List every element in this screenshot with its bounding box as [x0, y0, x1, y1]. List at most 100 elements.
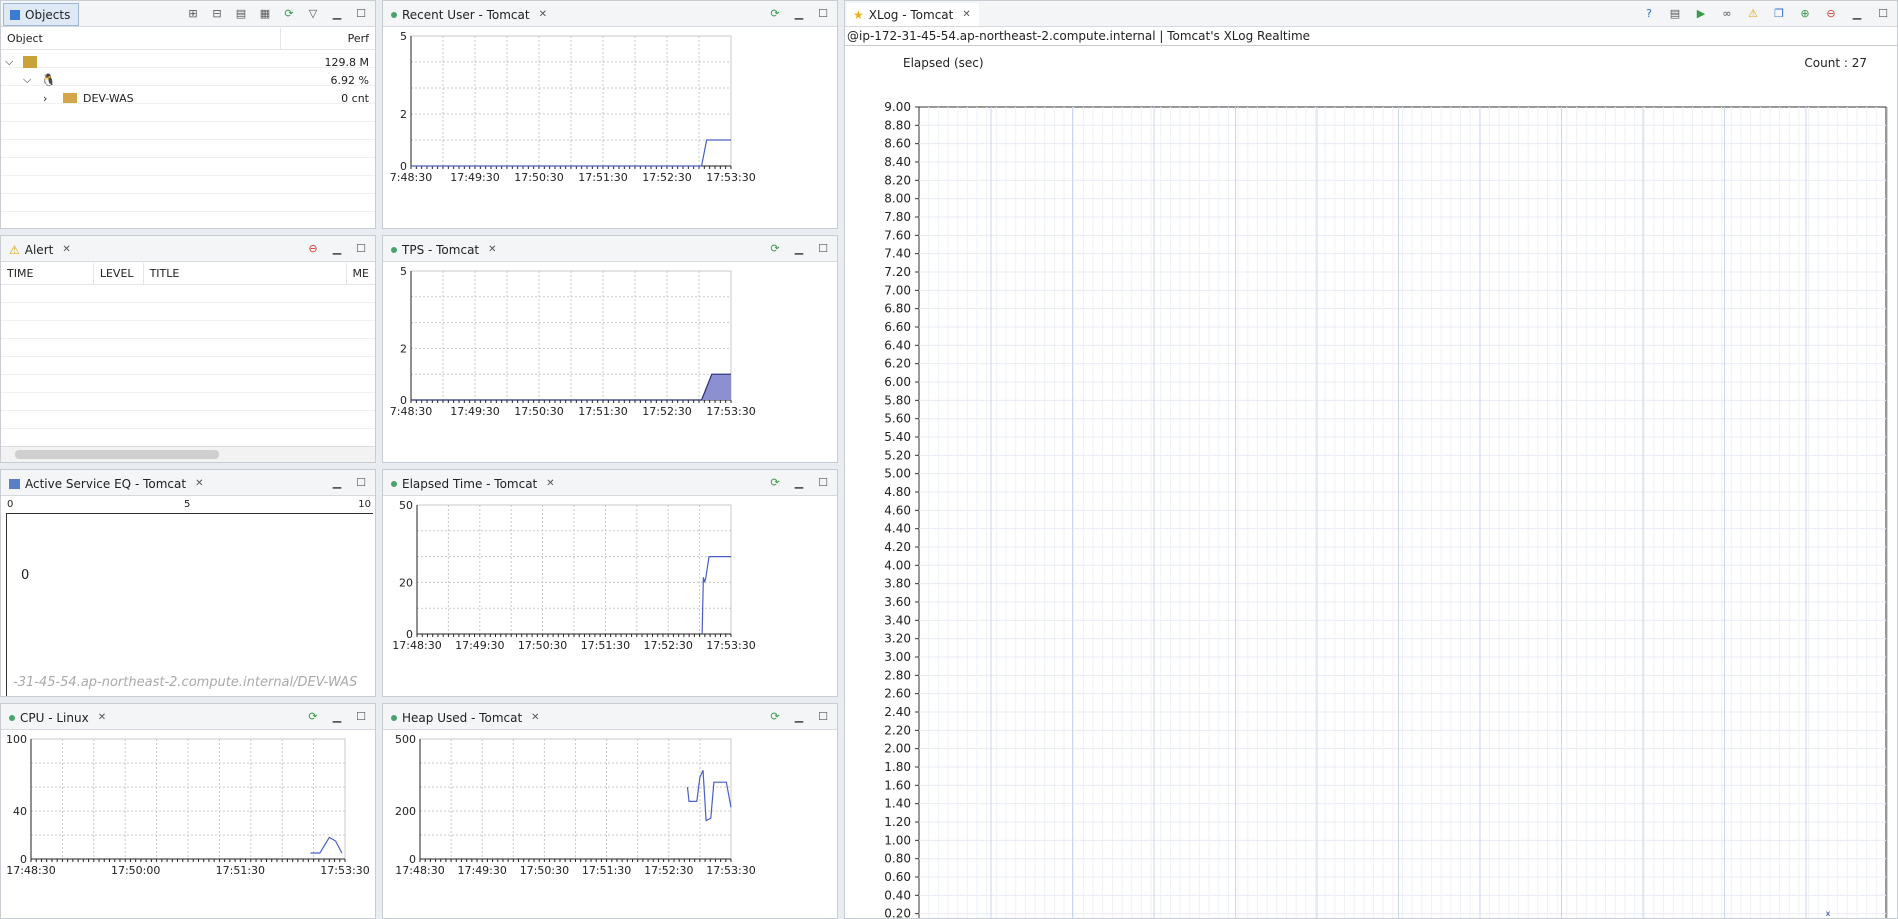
- chart-x-tick-label: 17:49:30: [455, 639, 504, 652]
- xlog-y-tick-label: 6.40: [884, 338, 911, 352]
- close-icon[interactable]: ✕: [539, 9, 547, 20]
- maximize-icon[interactable]: ☐: [353, 474, 369, 490]
- close-icon[interactable]: ✕: [488, 244, 496, 255]
- chart-plot: 0257:48:30 17:49:30 17:50:30 17:51:30 17:52:…: [390, 30, 756, 184]
- chart-x-tick-label: 17:51:30: [582, 864, 631, 877]
- xlog-y-tick-label: 7.40: [884, 247, 911, 261]
- chart-series-line: [686, 769, 732, 822]
- monitor-icon[interactable]: ▤: [233, 5, 249, 21]
- minimize-icon[interactable]: ▁: [791, 708, 807, 724]
- heap-used-chart: 020050017:48:30 17:49:30 17:50:30 17:51:30 1…: [395, 733, 756, 877]
- maximize-icon[interactable]: ☐: [815, 474, 831, 490]
- chart-x-tick-label: 17:53:30: [706, 864, 755, 877]
- xlog-y-tick-label: 5.80: [884, 393, 911, 407]
- tab-objects[interactable]: Objects: [3, 3, 80, 26]
- collapse-all-icon[interactable]: ⊟: [209, 5, 225, 21]
- minimize-icon[interactable]: ▁: [329, 5, 345, 21]
- chart-x-tick-label: 17:48:30: [6, 864, 55, 877]
- col-time[interactable]: TIME: [1, 263, 94, 285]
- copy-icon[interactable]: ❐: [1771, 5, 1787, 21]
- close-icon[interactable]: ✕: [546, 478, 554, 489]
- table-row[interactable]: › DEV-WAS 0 cnt: [1, 89, 375, 107]
- warning-icon[interactable]: ⚠: [1745, 5, 1761, 21]
- table-row[interactable]: ⌵ 🐧 6.92 %: [1, 71, 375, 89]
- refresh-icon[interactable]: ⟳: [281, 5, 297, 21]
- scrollbar-thumb[interactable]: [15, 450, 219, 459]
- horizontal-scrollbar[interactable]: [1, 446, 375, 462]
- cpu-chart: 04010017:48:30 17:50:00 17:51:30 17:53:30: [6, 733, 370, 877]
- xlog-y-tick-label: 1.80: [884, 760, 911, 774]
- cpu-view: CPU - Linux ✕ ⟳ ▁ ☐ 0 40 100 17:48:30 17:50:…: [0, 703, 376, 919]
- help-icon[interactable]: ?: [1641, 5, 1657, 21]
- chart-y-tick-label: 200: [395, 805, 416, 818]
- tab-xlog[interactable]: ★ XLog - Tomcat ✕: [847, 3, 979, 26]
- close-icon[interactable]: ✕: [531, 712, 539, 723]
- refresh-icon[interactable]: ⟳: [767, 708, 783, 724]
- minimize-icon[interactable]: ▁: [329, 474, 345, 490]
- xlog-y-tick-label: 4.20: [884, 540, 911, 554]
- close-icon[interactable]: ✕: [962, 9, 970, 20]
- refresh-icon[interactable]: ⟳: [305, 708, 321, 724]
- table-row[interactable]: ⌵ 129.8 M: [1, 53, 375, 71]
- alert-table-header: TIME LEVEL TITLE ME: [1, 263, 375, 285]
- chart-plot: 0257:48:30 17:49:30 17:50:30 17:51:30 17:52:…: [390, 265, 756, 418]
- xlog-y-tick-label: 4.00: [884, 558, 911, 572]
- objects-table-header: Object Perf: [1, 28, 375, 50]
- chart-x-tick-label: 17:51:30: [216, 864, 265, 877]
- expand-toggle-icon[interactable]: ⌵: [5, 55, 19, 69]
- col-perf[interactable]: Perf: [281, 28, 375, 50]
- tab-elapsed-time[interactable]: Elapsed Time - Tomcat ✕: [385, 472, 563, 495]
- tab-heap-used[interactable]: Heap Used - Tomcat ✕: [385, 706, 548, 729]
- maximize-icon[interactable]: ☐: [815, 240, 831, 256]
- col-title[interactable]: TITLE: [144, 263, 347, 285]
- maximize-icon[interactable]: ☐: [353, 708, 369, 724]
- chart-y-tick-label: 500: [395, 733, 416, 746]
- refresh-icon[interactable]: ⟳: [767, 474, 783, 490]
- expand-toggle-icon[interactable]: ›: [43, 92, 57, 105]
- minimize-icon[interactable]: ▁: [329, 708, 345, 724]
- minimize-icon[interactable]: ▁: [791, 5, 807, 21]
- tab-alert[interactable]: ⚠ Alert ✕: [3, 238, 79, 261]
- load-icon[interactable]: ▶: [1693, 5, 1709, 21]
- minimize-icon[interactable]: ▁: [791, 240, 807, 256]
- chart-x-tick-label: 17:53:30: [320, 864, 369, 877]
- col-object[interactable]: Object: [1, 28, 281, 50]
- refresh-icon[interactable]: ⟳: [767, 240, 783, 256]
- zoom-out-icon[interactable]: ⊖: [1823, 5, 1839, 21]
- tab-cpu[interactable]: CPU - Linux ✕: [3, 706, 114, 729]
- heap-used-view: Heap Used - Tomcat ✕ ⟳ ▁ ☐ 0 200 500 17:48:…: [382, 703, 838, 919]
- refresh-icon[interactable]: ⟳: [767, 5, 783, 21]
- link-icon[interactable]: ∞: [1719, 5, 1735, 21]
- maximize-icon[interactable]: ☐: [815, 5, 831, 21]
- minimize-icon[interactable]: ▁: [1849, 5, 1865, 21]
- maximize-icon[interactable]: ☐: [353, 5, 369, 21]
- filter-icon[interactable]: ▦: [257, 5, 273, 21]
- close-icon[interactable]: ✕: [62, 244, 70, 255]
- col-message[interactable]: ME: [347, 263, 375, 285]
- xlog-y-tick-label: 8.00: [884, 192, 911, 206]
- minimize-icon[interactable]: ▁: [329, 240, 345, 256]
- clear-icon[interactable]: ⊖: [305, 240, 321, 256]
- col-level[interactable]: LEVEL: [94, 263, 144, 285]
- chart-x-tick-label: 17:48:30: [392, 639, 441, 652]
- tab-tps[interactable]: TPS - Tomcat ✕: [385, 238, 505, 261]
- close-icon[interactable]: ✕: [98, 712, 106, 723]
- status-dot-icon: [391, 480, 397, 487]
- chart-x-tick-label: 17:50:00: [111, 864, 160, 877]
- chart-y-tick-label: 5: [400, 265, 407, 278]
- maximize-icon[interactable]: ☐: [815, 708, 831, 724]
- maximize-icon[interactable]: ☐: [1875, 5, 1891, 21]
- expand-all-icon[interactable]: ⊞: [185, 5, 201, 21]
- close-icon[interactable]: ✕: [195, 478, 203, 489]
- zoom-in-icon[interactable]: ⊕: [1797, 5, 1813, 21]
- xlog-y-tick-label: 0.80: [884, 852, 911, 866]
- tab-recent-user[interactable]: Recent User - Tomcat ✕: [385, 3, 555, 26]
- tab-active-service-eq[interactable]: Active Service EQ - Tomcat ✕: [3, 472, 211, 495]
- view-menu-icon[interactable]: ▽: [305, 5, 321, 21]
- monitor-icon[interactable]: ▤: [1667, 5, 1683, 21]
- expand-toggle-icon[interactable]: ⌵: [23, 73, 37, 87]
- maximize-icon[interactable]: ☐: [353, 240, 369, 256]
- minimize-icon[interactable]: ▁: [791, 474, 807, 490]
- chart-series-line: [701, 555, 731, 635]
- xlog-y-tick-label: 6.20: [884, 357, 911, 371]
